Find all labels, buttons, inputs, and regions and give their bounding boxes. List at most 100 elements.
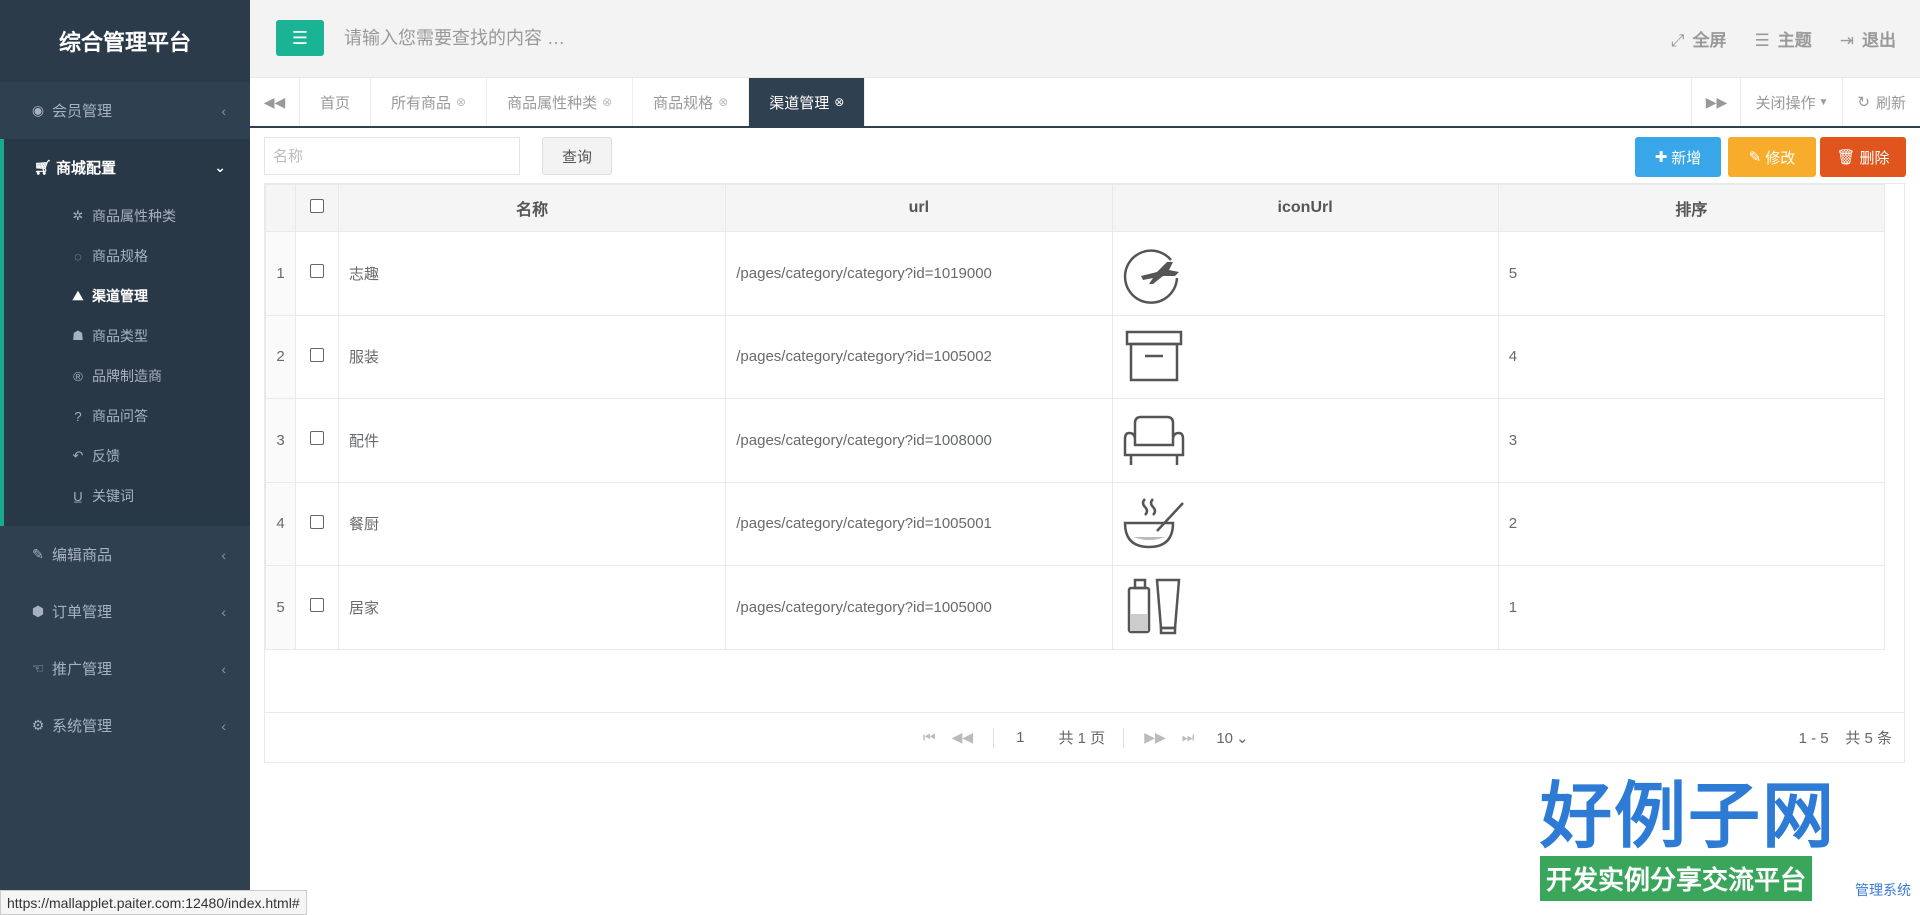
menu-member[interactable]: ◉ 会员管理 ‹ [0, 82, 250, 139]
refresh-button[interactable]: ↻ 刷新 [1843, 78, 1920, 126]
cell-name: 服装 [338, 314, 727, 399]
table-row[interactable]: 3 配件 /pages/category/category?id=1008000… [264, 398, 1886, 483]
add-button[interactable]: ✚ 新增 [1635, 137, 1721, 177]
tab-close-icon[interactable]: ⊗ [834, 95, 844, 109]
name-search-input[interactable] [264, 137, 520, 175]
watermark-logo: 好例子网 开发实例分享交流平台 [1540, 780, 1860, 901]
table-row[interactable]: 4 餐厨 /pages/category/category?id=1005001 [264, 481, 1886, 566]
row-number: 3 [264, 398, 297, 483]
forward-icon: ▶▶ [1705, 93, 1728, 110]
sub-item-label: 渠道管理 [92, 288, 148, 304]
page-tabs: ◀◀ 首页 所有商品 ⊗ 商品属性种类 ⊗ 商品规格 ⊗ 渠道管理 ⊗ ▶▶ 关闭操作 ▼… [250, 78, 1920, 128]
tab-close-icon[interactable]: ⊗ [602, 95, 612, 109]
prev-page-icon[interactable]: ◀◀ [952, 729, 974, 746]
sub-item-feedback[interactable]: ↶ 反馈 [4, 436, 250, 476]
tab-all-goods[interactable]: 所有商品 ⊗ [371, 78, 488, 126]
tab-home[interactable]: 首页 [300, 78, 372, 126]
tab-spec[interactable]: 商品规格 ⊗ [633, 78, 750, 126]
delete-button[interactable]: 🗑︎ 删除 [1820, 137, 1906, 177]
sub-item-channel[interactable]: ⛰︎ 渠道管理 [4, 276, 250, 316]
column-header-iconurl[interactable]: iconUrl [1111, 184, 1499, 232]
menu-toggle-button[interactable]: ☰ [276, 20, 324, 56]
menu-system[interactable]: ⚙ 系统管理 ‹ [0, 697, 250, 754]
row-checkbox-cell [295, 398, 340, 483]
cell-url: /pages/category/category?id=1005001 [725, 481, 1113, 566]
tab-label: 商品规格 [653, 94, 714, 112]
cell-name: 居家 [338, 565, 727, 650]
menu-edit-goods[interactable]: ✎ 编辑商品 ‹ [0, 526, 250, 583]
column-header-sort[interactable]: 排序 [1497, 184, 1886, 232]
table-row[interactable]: 2 服装 /pages/category/category?id=1005002… [264, 314, 1886, 399]
first-page-icon[interactable]: ⏮ [923, 729, 936, 746]
page-size-value: 10 [1216, 729, 1234, 747]
logout-button[interactable]: ⇥ 退出 [1840, 26, 1896, 51]
sub-item-label: 商品规格 [92, 248, 148, 264]
backward-icon: ◀◀ [263, 93, 286, 110]
tab-close-icon[interactable]: ⊗ [456, 95, 466, 109]
edit-button[interactable]: ✎ 修改 [1728, 137, 1816, 177]
watermark-title: 好例子网 [1540, 773, 1837, 858]
edit-label: 修改 [1765, 149, 1796, 167]
row-checkbox-cell [295, 314, 340, 399]
close-ops-label: 关闭操作 [1755, 94, 1816, 112]
column-header-name[interactable]: 名称 [338, 184, 727, 232]
fullscreen-button[interactable]: ⤢ 全屏 [1671, 26, 1727, 51]
cell-icon [1111, 481, 1499, 566]
sub-item-goods-type[interactable]: ☗ 商品类型 [4, 316, 250, 356]
row-number: 2 [264, 314, 297, 399]
footer-text: 管理系统 [1855, 882, 1911, 898]
row-number-header [264, 184, 297, 232]
theme-button[interactable]: ☰ 主题 [1755, 26, 1812, 51]
tab-attr-kind[interactable]: 商品属性种类 ⊗ [487, 78, 634, 126]
browser-status-bar: https://mallapplet.paiter.com:12480/inde… [0, 890, 307, 915]
sub-item-label: 商品问答 [92, 408, 148, 424]
chevron-left-icon: ‹ [221, 546, 226, 563]
cell-name: 志趣 [338, 231, 727, 316]
menu-mall-config[interactable]: 🛒︎ 商城配置 ⌄ [4, 139, 250, 196]
row-checkbox[interactable] [310, 598, 325, 613]
user-secret-icon: ☗ [72, 328, 84, 343]
total-pages: 共 1 页 [1058, 730, 1106, 747]
menu-orders[interactable]: ⬢ 订单管理 ‹ [0, 583, 250, 640]
gear-icon: ⚙ [31, 717, 45, 733]
query-button[interactable]: 查询 [542, 137, 612, 175]
chevron-left-icon: ‹ [221, 102, 226, 119]
tabs-scroll-right-button[interactable]: ▶▶ [1691, 78, 1742, 126]
sub-item-attr-kind[interactable]: ✲ 商品属性种类 [4, 196, 250, 236]
column-header-url[interactable]: url [725, 184, 1113, 232]
sub-item-spec[interactable]: ◌ 商品规格 [4, 236, 250, 276]
fullscreen-label: 全屏 [1692, 31, 1727, 50]
table-row[interactable]: 1 志趣 /pages/category/category?id=1019000… [264, 231, 1886, 316]
global-search-input[interactable] [344, 24, 764, 52]
sub-item-brand[interactable]: ® 品牌制造商 [4, 356, 250, 396]
tabs-scroll-left-button[interactable]: ◀◀ [250, 78, 300, 126]
row-checkbox[interactable] [310, 514, 325, 529]
select-all-checkbox[interactable] [310, 198, 325, 213]
sub-item-qa[interactable]: ? 商品问答 [4, 396, 250, 436]
row-checkbox[interactable] [310, 347, 325, 362]
refresh-icon: ↻ [1857, 94, 1870, 111]
cell-url: /pages/category/category?id=1005000 [725, 565, 1113, 650]
row-checkbox-cell [295, 481, 340, 566]
registered-icon: ® [73, 368, 83, 384]
sub-item-keyword[interactable]: U̲ 关键词 [4, 476, 250, 516]
underline-icon: U̲ [73, 488, 83, 504]
menu-label: 编辑商品 [52, 547, 113, 564]
next-page-icon[interactable]: ▶▶ [1144, 729, 1166, 746]
sub-item-label: 商品属性种类 [92, 208, 176, 224]
last-page-icon[interactable]: ⏭ [1182, 729, 1195, 746]
menu-label: 系统管理 [52, 718, 113, 735]
current-page[interactable]: 1 [1016, 729, 1024, 746]
tab-channel[interactable]: 渠道管理 ⊗ [749, 78, 866, 126]
menu-promotion[interactable]: ☜ 推广管理 ‹ [0, 640, 250, 697]
row-checkbox[interactable] [310, 431, 325, 446]
menu-label: 会员管理 [52, 103, 113, 120]
row-checkbox[interactable] [310, 264, 325, 279]
close-ops-dropdown[interactable]: 关闭操作 ▼ [1741, 78, 1844, 126]
page-size-select[interactable]: 10 ⌄ [1216, 729, 1248, 747]
caret-down-icon: ▼ [1818, 96, 1829, 108]
table-row[interactable]: 5 居家 /pages/category/category?id=1005000 [264, 565, 1886, 650]
cell-icon [1111, 231, 1499, 316]
hot-bowl-icon [1123, 497, 1184, 549]
tab-close-icon[interactable]: ⊗ [718, 95, 728, 109]
